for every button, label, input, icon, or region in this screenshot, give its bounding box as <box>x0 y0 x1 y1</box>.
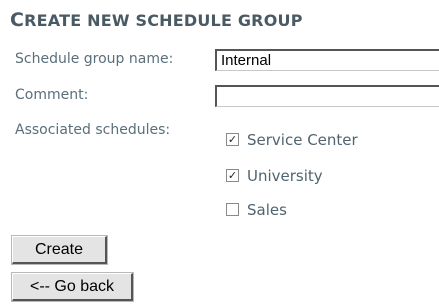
service-center-checkbox[interactable]: ✓ <box>226 133 239 146</box>
comment-label: Comment: <box>15 87 89 103</box>
associated-schedules-label: Associated schedules: <box>15 122 171 138</box>
university-checkbox[interactable]: ✓ <box>226 169 239 182</box>
page-title: CREATE NEW SCHEDULE GROUP <box>10 9 303 31</box>
university-label: University <box>247 167 323 185</box>
comment-input[interactable] <box>215 85 439 107</box>
sales-label: Sales <box>247 201 287 219</box>
schedule-group-name-label: Schedule group name: <box>15 51 174 67</box>
schedule-group-name-input[interactable]: Internal <box>215 49 439 71</box>
create-button[interactable]: Create <box>11 235 108 265</box>
service-center-label: Service Center <box>247 131 358 149</box>
sales-checkbox[interactable] <box>226 203 239 216</box>
go-back-button[interactable]: <-- Go back <box>11 272 134 302</box>
